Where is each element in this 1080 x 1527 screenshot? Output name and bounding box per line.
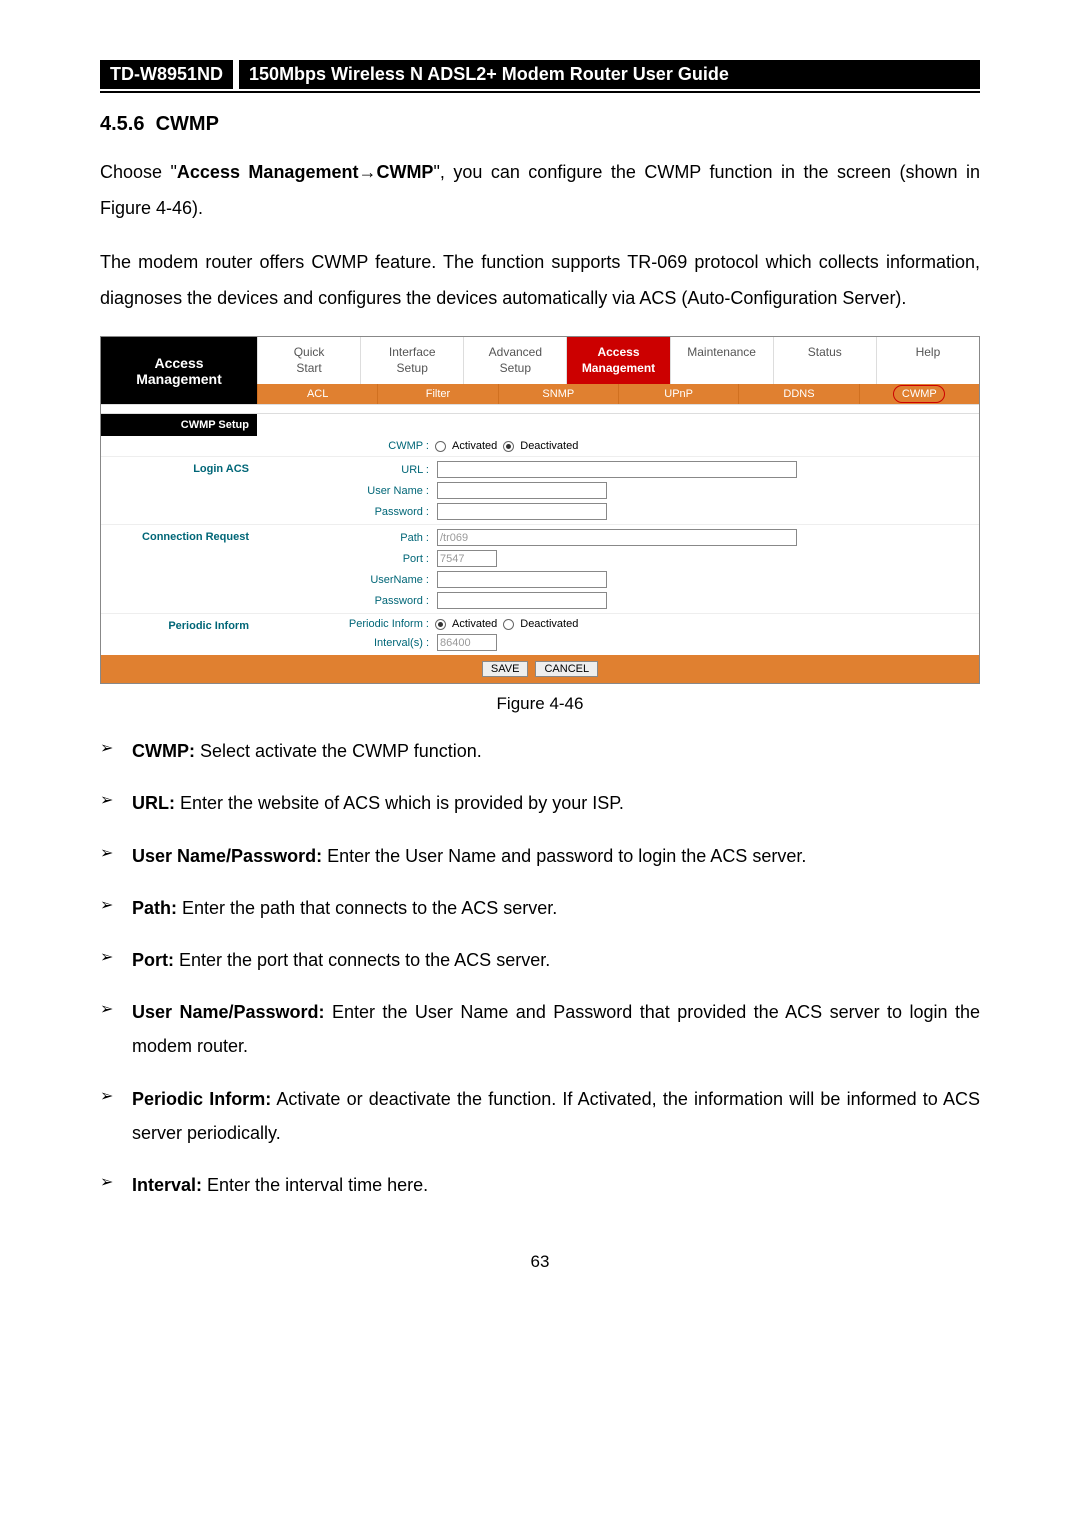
label-cr-password: Password : (257, 595, 435, 607)
tab-quick-start[interactable]: Quick Start (257, 337, 360, 384)
bullet-icon: ➢ (100, 839, 132, 873)
label-port: Port : (257, 553, 435, 565)
bullet-icon: ➢ (100, 734, 132, 768)
subtab-filter[interactable]: Filter (377, 384, 497, 404)
label-interval: Interval(s) : (257, 637, 435, 649)
input-port[interactable] (437, 550, 497, 567)
subtab-acl[interactable]: ACL (257, 384, 377, 404)
input-interval[interactable] (437, 634, 497, 651)
bullet-icon: ➢ (100, 943, 132, 977)
label-url: URL : (257, 464, 435, 476)
sub-tabs: ACL Filter SNMP UPnP DDNS CWMP (257, 384, 979, 404)
bullet-icon: ➢ (100, 995, 132, 1063)
list-item: ➢ Interval: Enter the interval time here… (100, 1168, 980, 1202)
main-tabs: Quick Start Interface Setup Advanced Set… (257, 337, 979, 384)
page-number: 63 (100, 1252, 980, 1272)
section-periodic-inform: Periodic Inform (101, 614, 257, 655)
intro-paragraph-2: The modem router offers CWMP feature. Th… (100, 244, 980, 316)
input-path[interactable] (437, 529, 797, 546)
radio-periodic-deactivated[interactable] (503, 619, 514, 630)
section-login-acs: Login ACS (101, 457, 257, 524)
tab-status[interactable]: Status (773, 337, 876, 384)
tab-maintenance[interactable]: Maintenance (670, 337, 773, 384)
bullet-icon: ➢ (100, 1082, 132, 1150)
input-acs-username[interactable] (437, 482, 607, 499)
menu-path: Access Management→CWMP (177, 162, 434, 182)
model-badge: TD-W8951ND (100, 60, 233, 89)
save-button[interactable]: SAVE (482, 661, 529, 677)
tab-access-management[interactable]: Access Management (566, 337, 669, 384)
tab-interface-setup[interactable]: Interface Setup (360, 337, 463, 384)
list-item: ➢ User Name/Password: Enter the User Nam… (100, 995, 980, 1063)
subtab-ddns[interactable]: DDNS (738, 384, 858, 404)
bullet-icon: ➢ (100, 786, 132, 820)
input-cr-username[interactable] (437, 571, 607, 588)
section-title: CWMP (156, 113, 219, 135)
subtab-cwmp[interactable]: CWMP (859, 384, 979, 404)
figure-caption: Figure 4-46 (100, 694, 980, 714)
list-item: ➢ URL: Enter the website of ACS which is… (100, 786, 980, 820)
list-item: ➢ Path: Enter the path that connects to … (100, 891, 980, 925)
section-heading: 4.5.6 CWMP (100, 113, 980, 136)
router-screenshot: Access Management Quick Start Interface … (100, 336, 980, 684)
form-footer: SAVE CANCEL (101, 655, 979, 683)
nav-sidebar: Access Management (101, 337, 257, 404)
cancel-button[interactable]: CANCEL (535, 661, 598, 677)
section-connection-request: Connection Request (101, 525, 257, 613)
input-acs-password[interactable] (437, 503, 607, 520)
label-cwmp: CWMP : (257, 440, 435, 452)
subtab-snmp[interactable]: SNMP (498, 384, 618, 404)
guide-title: 150Mbps Wireless N ADSL2+ Modem Router U… (239, 60, 980, 89)
document-header: TD-W8951ND 150Mbps Wireless N ADSL2+ Mod… (100, 60, 980, 93)
intro-paragraph-1: Choose "Access Management→CWMP", you can… (100, 154, 980, 226)
label-periodic-inform: Periodic Inform : (257, 618, 435, 630)
list-item: ➢ Port: Enter the port that connects to … (100, 943, 980, 977)
tab-advanced-setup[interactable]: Advanced Setup (463, 337, 566, 384)
list-item: ➢ CWMP: Select activate the CWMP functio… (100, 734, 980, 768)
bullet-icon: ➢ (100, 891, 132, 925)
description-list: ➢ CWMP: Select activate the CWMP functio… (100, 734, 980, 1202)
radio-periodic-activated[interactable] (435, 619, 446, 630)
input-cr-password[interactable] (437, 592, 607, 609)
label-acs-password: Password : (257, 506, 435, 518)
label-path: Path : (257, 532, 435, 544)
bullet-icon: ➢ (100, 1168, 132, 1202)
tab-help[interactable]: Help (876, 337, 979, 384)
section-number: 4.5.6 (100, 113, 144, 135)
radio-cwmp-deactivated[interactable] (503, 441, 514, 452)
input-url[interactable] (437, 461, 797, 478)
list-item: ➢ User Name/Password: Enter the User Nam… (100, 839, 980, 873)
list-item: ➢ Periodic Inform: Activate or deactivat… (100, 1082, 980, 1150)
section-cwmp-setup: CWMP Setup (101, 414, 257, 436)
subtab-upnp[interactable]: UPnP (618, 384, 738, 404)
label-acs-username: User Name : (257, 485, 435, 497)
radio-cwmp-activated[interactable] (435, 441, 446, 452)
label-cr-username: UserName : (257, 574, 435, 586)
